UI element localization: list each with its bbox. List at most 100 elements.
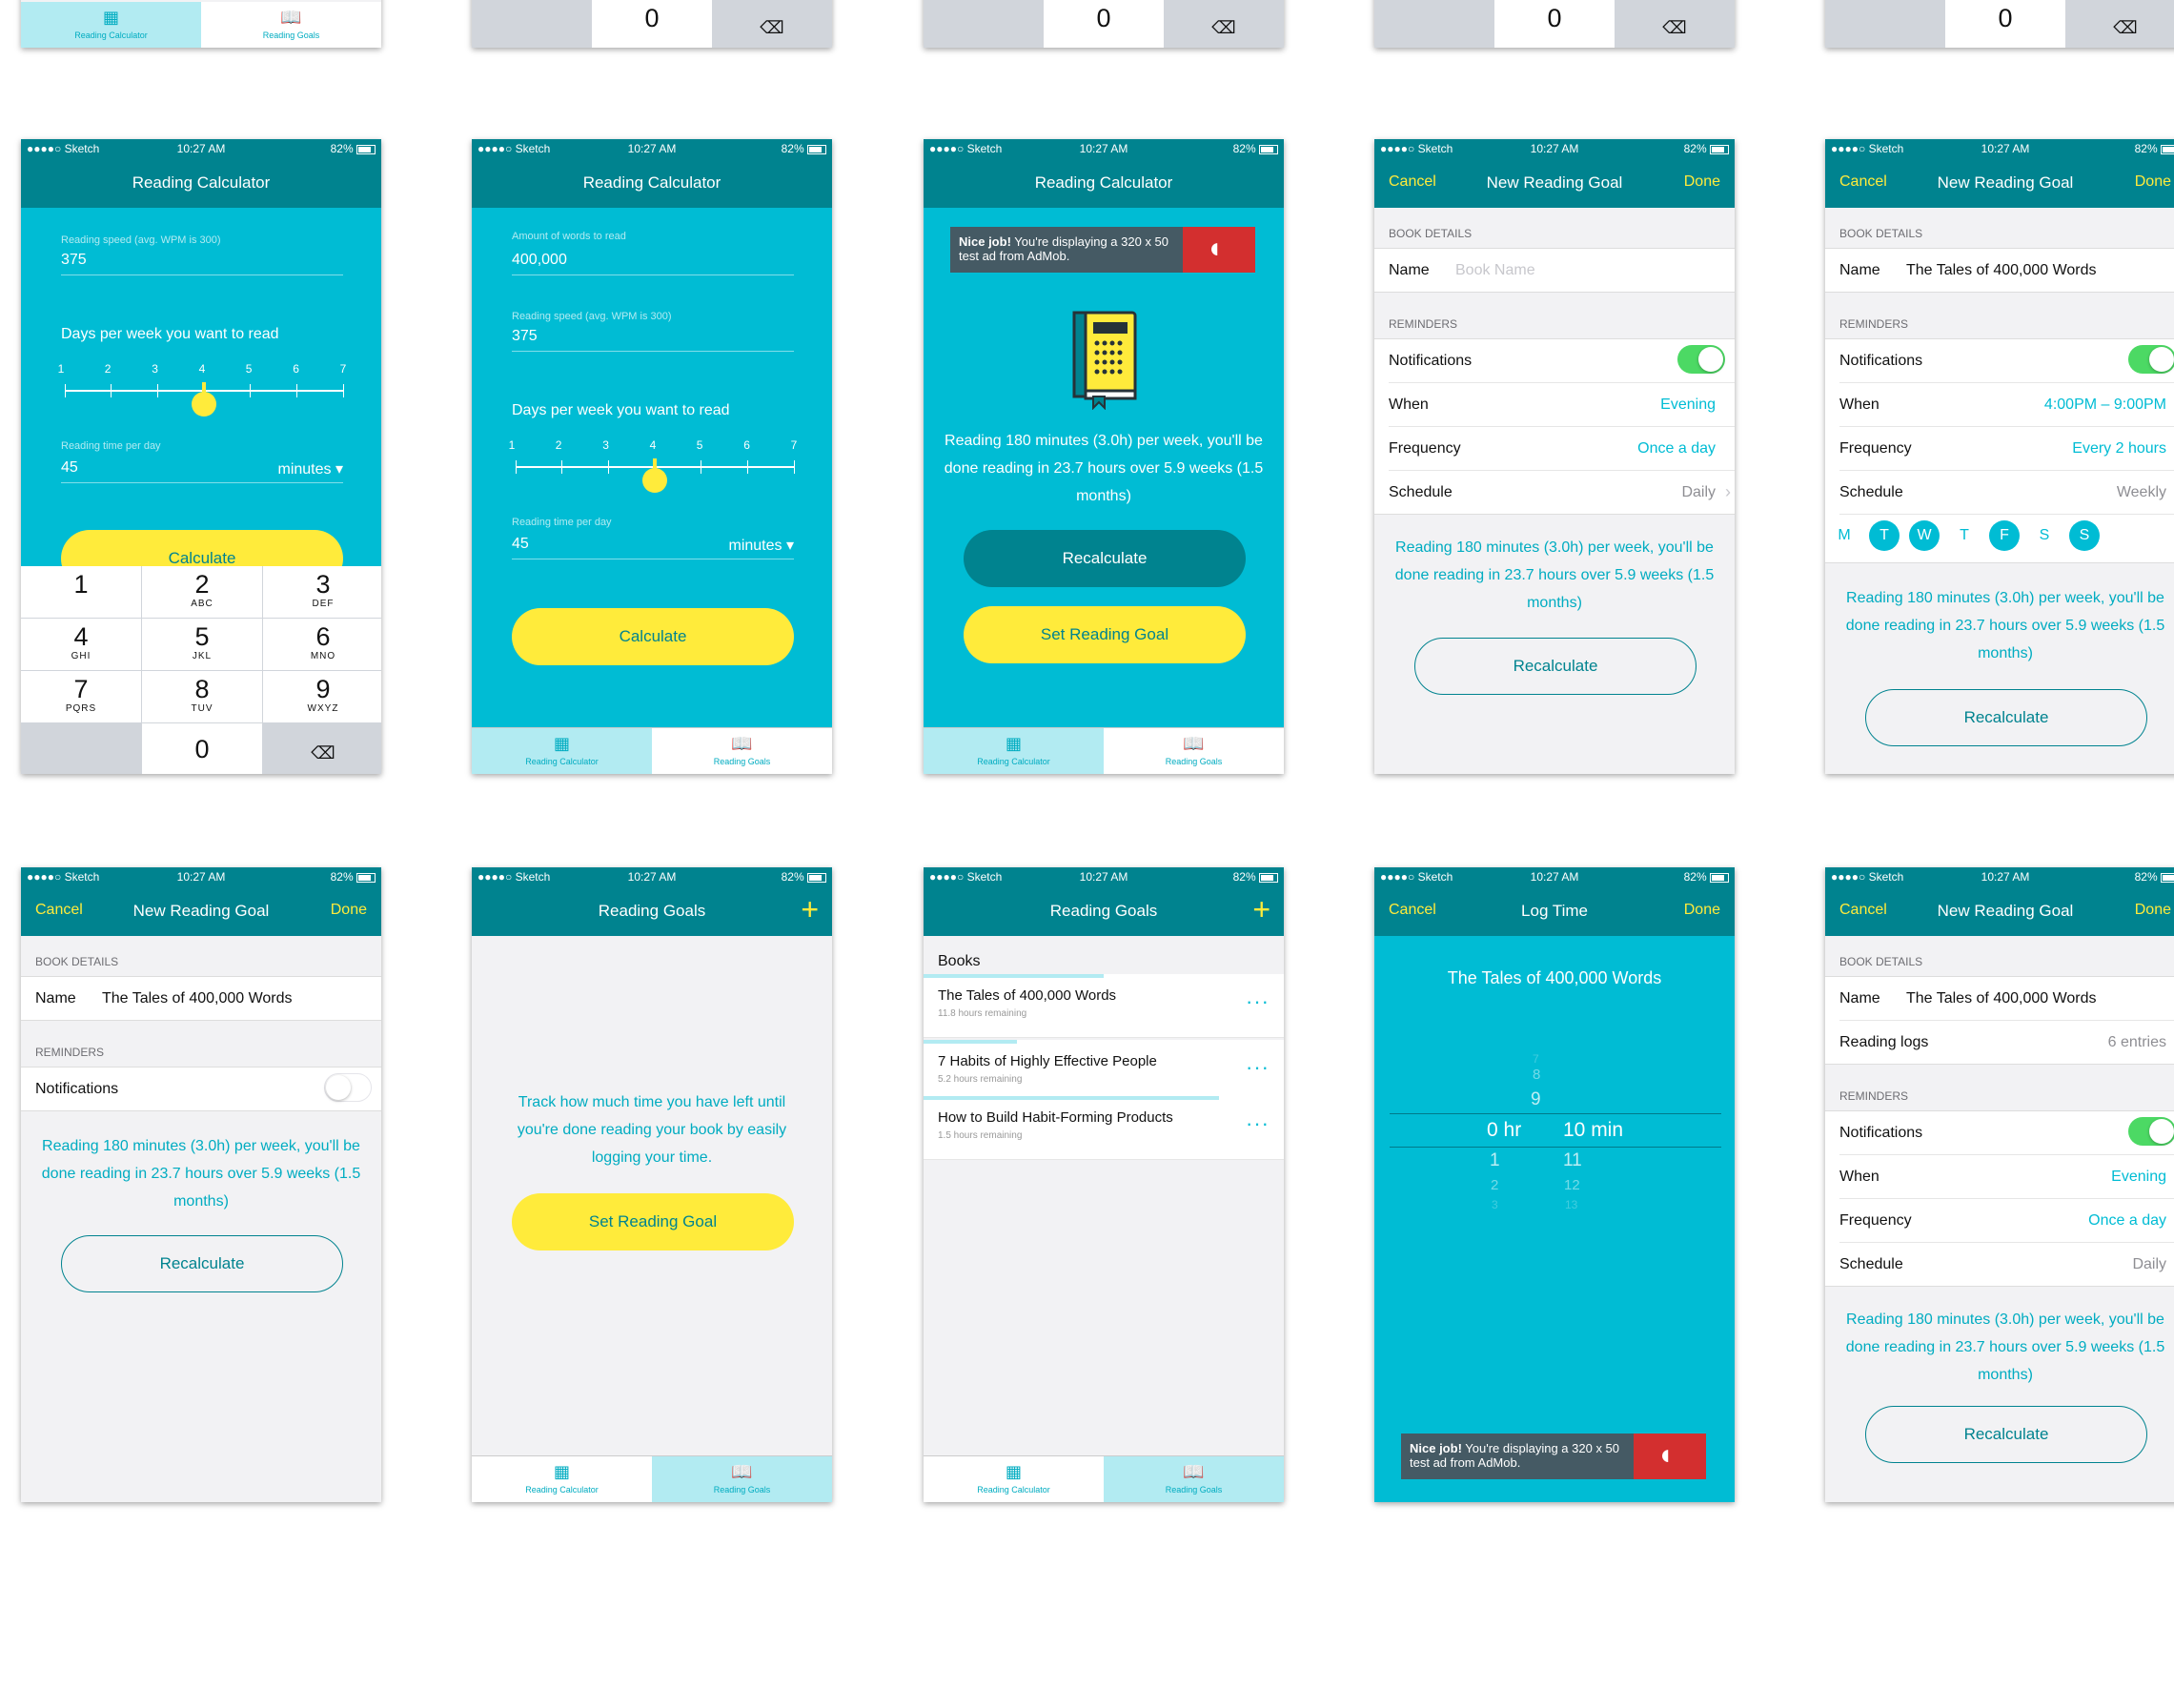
speed-input[interactable]: 375 [61, 252, 87, 269]
tab-reading-calculator[interactable]: ▦ Reading Calculator [21, 2, 201, 48]
key-2[interactable]: 2 ABC [142, 566, 262, 618]
unit-dropdown[interactable]: minutes ▾ [729, 536, 795, 555]
add-icon[interactable]: + [801, 894, 819, 925]
weekday-wednesday[interactable]: W [1909, 520, 1940, 551]
reading-logs-row[interactable]: Reading logs6 entries› [1839, 1021, 2174, 1064]
weekday-tuesday[interactable]: T [1869, 520, 1900, 551]
weekday-monday[interactable]: M [1829, 520, 1859, 551]
frequency-row[interactable]: Frequency Once a day [1389, 427, 1735, 471]
key-delete[interactable]: ⌫ [1615, 0, 1735, 48]
notifications-toggle[interactable] [2128, 1117, 2174, 1146]
words-input[interactable]: 400,000 [512, 252, 567, 269]
frequency-row[interactable]: Frequency Every 2 hours [1839, 427, 2174, 471]
schedule-row[interactable]: ScheduleWeekly› [1839, 471, 2174, 515]
done-button[interactable]: Done [2135, 902, 2171, 919]
tab-reading-calculator[interactable]: ▦ Reading Calculator [472, 728, 652, 774]
tab-reading-calculator[interactable]: ▦ Reading Calculator [924, 728, 1104, 774]
tab-reading-goals[interactable]: 📖 Reading Goals [1104, 1456, 1284, 1502]
name-input[interactable]: The Tales of 400,000 Words [1906, 262, 2097, 279]
time-input[interactable]: 45 [512, 536, 529, 553]
key-7[interactable]: 7 PQRS [21, 671, 141, 722]
name-row[interactable]: Name The Tales of 400,000 Words [1839, 977, 2174, 1021]
weekday-thursday[interactable]: T [1949, 520, 1980, 551]
schedule-row[interactable]: ScheduleDaily› [1389, 471, 1735, 514]
done-button[interactable]: Done [1684, 173, 1720, 191]
add-icon[interactable]: + [1252, 894, 1270, 925]
book-row[interactable]: How to Build Habit-Forming Products 1.5 … [924, 1096, 1284, 1160]
name-row[interactable]: Name The Tales of 400,000 Words [35, 977, 381, 1020]
key-3[interactable]: 3 DEF [263, 566, 381, 618]
more-icon[interactable]: ··· [1246, 989, 1270, 1014]
slider-thumb[interactable] [642, 468, 667, 493]
when-row[interactable]: When Evening [1389, 383, 1735, 427]
unit-dropdown[interactable]: minutes ▾ [278, 459, 344, 478]
name-input[interactable]: The Tales of 400,000 Words [102, 990, 293, 1007]
calculate-button[interactable]: Calculate [512, 608, 794, 665]
tab-reading-calculator[interactable]: ▦ Reading Calculator [924, 1456, 1104, 1502]
tab-bar: ▦ Reading Calculator 📖 Reading Goals [924, 727, 1284, 774]
speed-input[interactable]: 375 [512, 328, 538, 345]
key-0[interactable]: 0 [1945, 0, 2065, 48]
key-4[interactable]: 4 GHI [21, 619, 141, 670]
slider-thumb[interactable] [192, 392, 216, 417]
notifications-toggle[interactable] [2128, 345, 2174, 374]
done-button[interactable]: Done [1684, 902, 1720, 919]
tab-reading-goals[interactable]: 📖 Reading Goals [1104, 728, 1284, 774]
name-row[interactable]: Name Book Name [1389, 249, 1735, 292]
done-button[interactable]: Done [331, 902, 367, 919]
tab-reading-goals[interactable]: 📖 Reading Goals [652, 1456, 832, 1502]
schedule-row[interactable]: ScheduleDaily› [1839, 1243, 2174, 1286]
recalculate-button[interactable]: Recalculate [1865, 1406, 2147, 1463]
name-input[interactable]: Book Name [1455, 262, 1535, 279]
key-0[interactable]: 0 [1494, 0, 1615, 48]
clock: 10:27 AM [1079, 142, 1128, 155]
key-9[interactable]: 9 WXYZ [263, 671, 381, 722]
tab-reading-goals[interactable]: 📖 Reading Goals [652, 728, 832, 774]
when-row[interactable]: When Evening [1839, 1155, 2174, 1199]
calculator-icon: ▦ [102, 8, 119, 27]
key-6[interactable]: 6 MNO [263, 619, 381, 670]
recalculate-button[interactable]: Recalculate [1414, 638, 1697, 695]
days-slider[interactable] [65, 382, 344, 417]
name-input[interactable]: The Tales of 400,000 Words [1906, 990, 2097, 1007]
book-row[interactable]: The Tales of 400,000 Words 11.8 hours re… [924, 974, 1284, 1038]
key-5[interactable]: 5 JKL [142, 619, 262, 670]
status-bar: ●●●●○ Sketch 10:27 AM 82% [1825, 867, 2174, 886]
key-0[interactable]: 0 [1044, 0, 1164, 48]
frequency-row[interactable]: Frequency Once a day [1839, 1199, 2174, 1243]
book-row[interactable]: 7 Habits of Highly Effective People 5.2 … [924, 1040, 1284, 1104]
admob-banner[interactable]: Nice job! You're displaying a 320 x 50 t… [950, 227, 1255, 273]
done-button[interactable]: Done [2135, 173, 2171, 191]
tab-reading-calculator[interactable]: ▦ Reading Calculator [472, 1456, 652, 1502]
key-delete[interactable]: ⌫ [1164, 0, 1284, 48]
key-delete[interactable]: ⌫ [2065, 0, 2174, 48]
weekday-saturday[interactable]: S [2029, 520, 2060, 551]
ad-bold: Nice job! [1410, 1441, 1462, 1455]
set-reading-goal-button[interactable]: Set Reading Goal [512, 1193, 794, 1250]
picker-hour: 1 [1490, 1150, 1500, 1170]
weekday-sunday[interactable]: S [2069, 520, 2100, 551]
admob-banner[interactable]: Nice job! You're displaying a 320 x 50 t… [1401, 1434, 1706, 1479]
when-row[interactable]: When 4:00PM – 9:00PM [1839, 383, 2174, 427]
set-reading-goal-button[interactable]: Set Reading Goal [964, 606, 1246, 663]
key-1[interactable]: 1 [21, 566, 141, 618]
key-delete[interactable]: ⌫ [263, 723, 381, 774]
tab-reading-goals[interactable]: 📖 Reading Goals [201, 2, 381, 48]
key-8[interactable]: 8 TUV [142, 671, 262, 722]
key-0[interactable]: 0 [592, 0, 712, 48]
notifications-toggle[interactable] [324, 1073, 372, 1102]
recalculate-button[interactable]: Recalculate [1865, 689, 2147, 746]
weekday-friday[interactable]: F [1989, 520, 2020, 551]
days-slider[interactable] [516, 458, 795, 493]
recalculate-button[interactable]: Recalculate [964, 530, 1246, 587]
nav-bar: Cancel New Reading Goal Done [1825, 886, 2174, 936]
nav-bar: Cancel New Reading Goal Done [1374, 158, 1735, 208]
time-input[interactable]: 45 [61, 459, 78, 477]
key-delete[interactable]: ⌫ [712, 0, 832, 48]
more-icon[interactable]: ··· [1246, 1111, 1270, 1136]
recalculate-button[interactable]: Recalculate [61, 1235, 343, 1292]
name-row[interactable]: Name The Tales of 400,000 Words [1839, 249, 2174, 292]
notifications-toggle[interactable] [1677, 345, 1725, 374]
key-0[interactable]: 0 [142, 723, 262, 774]
more-icon[interactable]: ··· [1246, 1055, 1270, 1080]
